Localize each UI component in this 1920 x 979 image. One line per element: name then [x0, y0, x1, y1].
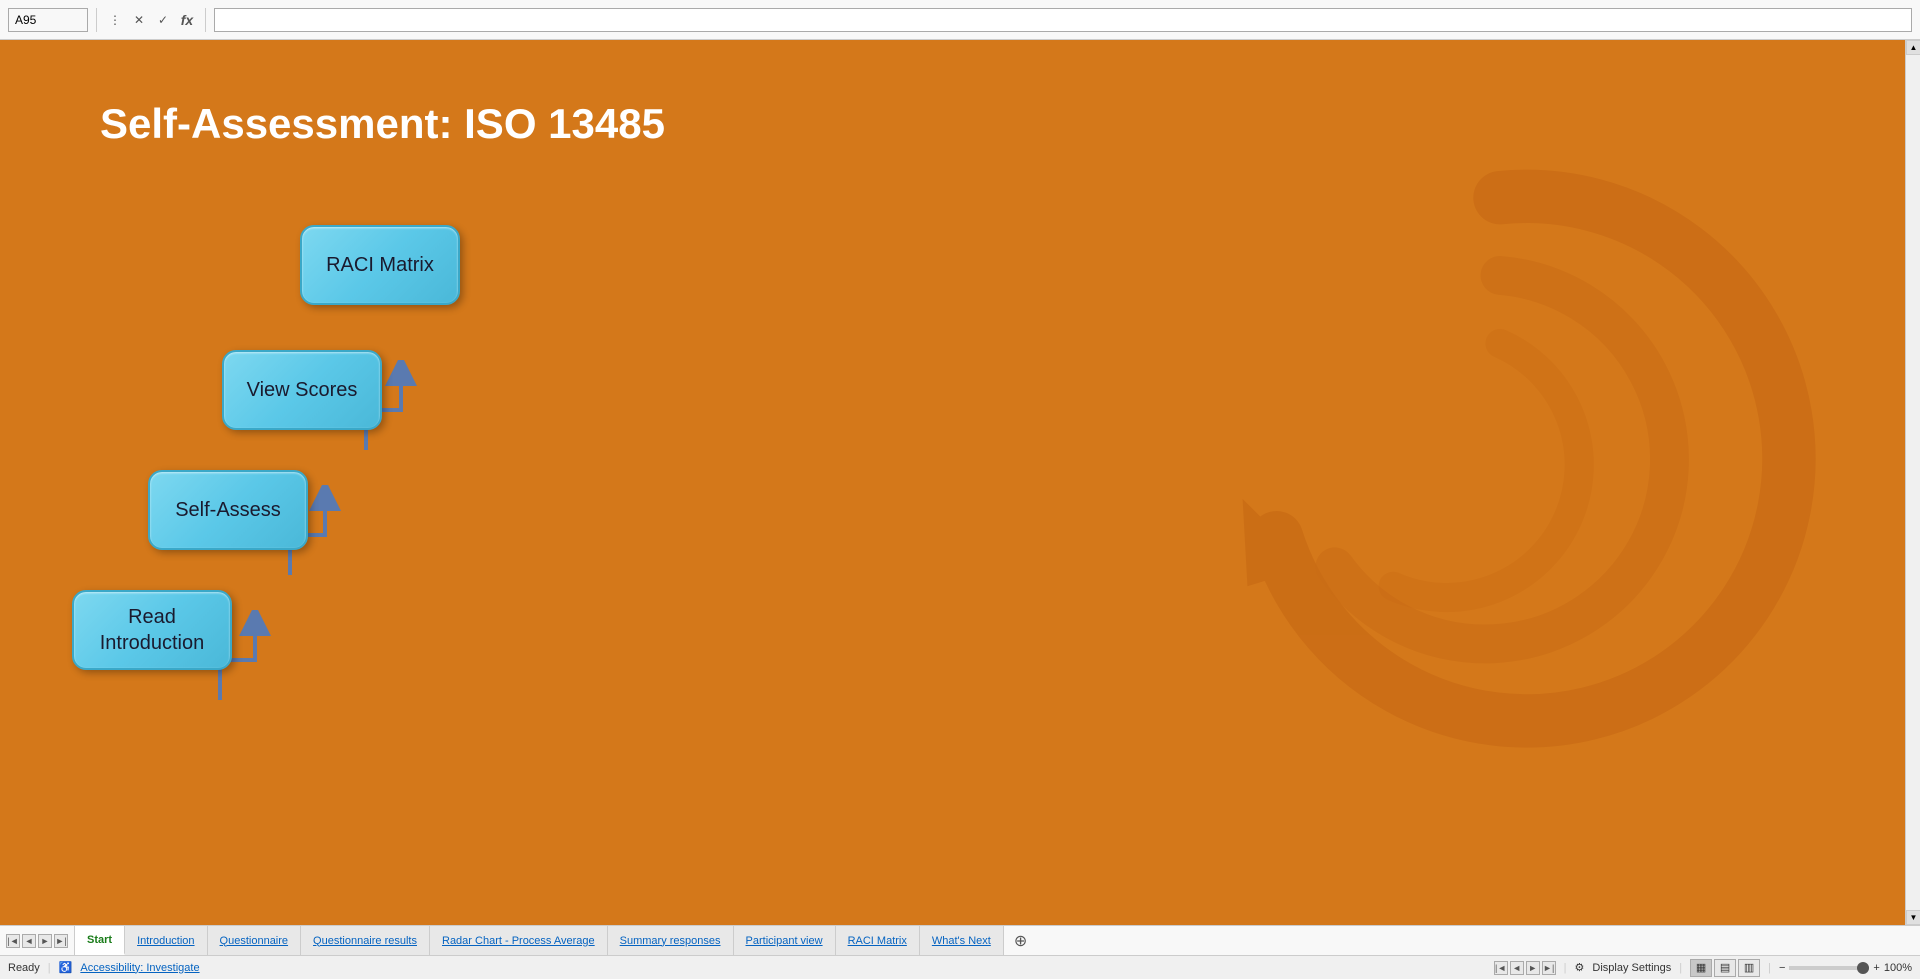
toolbar-separator-1 [96, 8, 97, 32]
cell-ref-value: A95 [15, 13, 36, 27]
zoom-level-label: 100% [1884, 962, 1912, 974]
page-title: Self-Assessment: ISO 13485 [100, 100, 665, 148]
zoom-controls: − + 100% [1779, 962, 1912, 974]
read-introduction-label: ReadIntroduction [100, 604, 205, 656]
display-settings-icon: ⚙ [1575, 961, 1585, 974]
raci-matrix-button[interactable]: RACI Matrix [300, 225, 460, 305]
tab-start-label: Start [87, 934, 112, 946]
formula-icon[interactable]: fx [177, 10, 197, 30]
status-separator-4: | [1768, 962, 1771, 974]
tab-radar-chart[interactable]: Radar Chart - Process Average [430, 926, 608, 955]
cell-reference-box[interactable]: A95 [8, 8, 88, 32]
zoom-out-button[interactable]: − [1779, 962, 1785, 974]
main-content-area: Self-Assessment: ISO 13485 RACI Matrix [0, 40, 1920, 925]
hscroll-right[interactable]: ► [1526, 961, 1540, 975]
tab-nav-last[interactable]: ►| [54, 934, 68, 948]
confirm-icon[interactable]: ✓ [153, 10, 173, 30]
status-bar: Ready | ♿ Accessibility: Investigate |◄ … [0, 955, 1920, 979]
accessibility-label[interactable]: Accessibility: Investigate [80, 962, 199, 974]
vertical-scrollbar[interactable]: ▲ ▼ [1905, 40, 1920, 925]
page-layout-button[interactable]: ▤ [1714, 959, 1736, 977]
read-introduction-button[interactable]: ReadIntroduction [72, 590, 232, 670]
tab-raci-matrix-label: RACI Matrix [848, 935, 907, 947]
tab-participant-view-label: Participant view [746, 935, 823, 947]
status-separator-3: | [1679, 962, 1682, 974]
toolbar-separator-2 [205, 8, 206, 32]
tab-summary-responses-label: Summary responses [620, 935, 721, 947]
add-sheet-button[interactable]: ⊕ [1004, 926, 1037, 955]
tab-questionnaire[interactable]: Questionnaire [208, 926, 302, 955]
accessibility-icon: ♿ [59, 961, 73, 974]
tab-summary-responses[interactable]: Summary responses [608, 926, 734, 955]
tab-radar-chart-label: Radar Chart - Process Average [442, 935, 595, 947]
tab-navigation: |◄ ◄ ► ►| [0, 926, 75, 955]
sheet-tabs-bar: |◄ ◄ ► ►| Start Introduction Questionnai… [0, 925, 1920, 955]
page-break-view-button[interactable]: ▥ [1738, 959, 1760, 977]
view-scores-label: View Scores [247, 379, 358, 402]
view-scores-button[interactable]: View Scores [222, 350, 382, 430]
tab-nav-first[interactable]: |◄ [6, 934, 20, 948]
ready-status: Ready [8, 962, 40, 974]
tab-whats-next[interactable]: What's Next [920, 926, 1004, 955]
display-settings-label[interactable]: Display Settings [1592, 962, 1671, 974]
tab-participant-view[interactable]: Participant view [734, 926, 836, 955]
zoom-slider-thumb[interactable] [1857, 962, 1869, 974]
tab-nav-next[interactable]: ► [38, 934, 52, 948]
watermark-graphic [1160, 120, 1840, 800]
tab-start[interactable]: Start [75, 926, 125, 955]
formula-bar[interactable] [214, 8, 1912, 32]
view-buttons: ▦ ▤ ▥ [1690, 959, 1760, 977]
self-assess-label: Self-Assess [175, 499, 281, 522]
tab-raci-matrix[interactable]: RACI Matrix [836, 926, 920, 955]
tab-nav-prev[interactable]: ◄ [22, 934, 36, 948]
cancel-icon[interactable]: ✕ [129, 10, 149, 30]
tab-introduction-label: Introduction [137, 935, 194, 947]
hscroll-left-first[interactable]: |◄ [1494, 961, 1508, 975]
horizontal-scroll: |◄ ◄ ► ►| [1494, 961, 1556, 975]
hscroll-right-last[interactable]: ►| [1542, 961, 1556, 975]
status-separator-1: | [48, 962, 51, 974]
zoom-slider-track[interactable] [1789, 966, 1869, 970]
self-assess-button[interactable]: Self-Assess [148, 470, 308, 550]
tab-questionnaire-results[interactable]: Questionnaire results [301, 926, 430, 955]
zoom-in-button[interactable]: + [1873, 962, 1879, 974]
tab-whats-next-label: What's Next [932, 935, 991, 947]
status-separator-2: | [1564, 962, 1567, 974]
tab-introduction[interactable]: Introduction [125, 926, 207, 955]
hscroll-left[interactable]: ◄ [1510, 961, 1524, 975]
tab-questionnaire-results-label: Questionnaire results [313, 935, 417, 947]
excel-toolbar: A95 ⋮ ✕ ✓ fx [0, 0, 1920, 40]
scroll-track [1906, 55, 1920, 910]
more-options-icon[interactable]: ⋮ [105, 10, 125, 30]
status-bar-right: |◄ ◄ ► ►| | ⚙ Display Settings | ▦ ▤ ▥ |… [1494, 959, 1912, 977]
scroll-up-button[interactable]: ▲ [1906, 40, 1920, 55]
scroll-down-button[interactable]: ▼ [1906, 910, 1920, 925]
tab-questionnaire-label: Questionnaire [220, 935, 289, 947]
raci-matrix-label: RACI Matrix [326, 254, 434, 277]
normal-view-button[interactable]: ▦ [1690, 959, 1712, 977]
